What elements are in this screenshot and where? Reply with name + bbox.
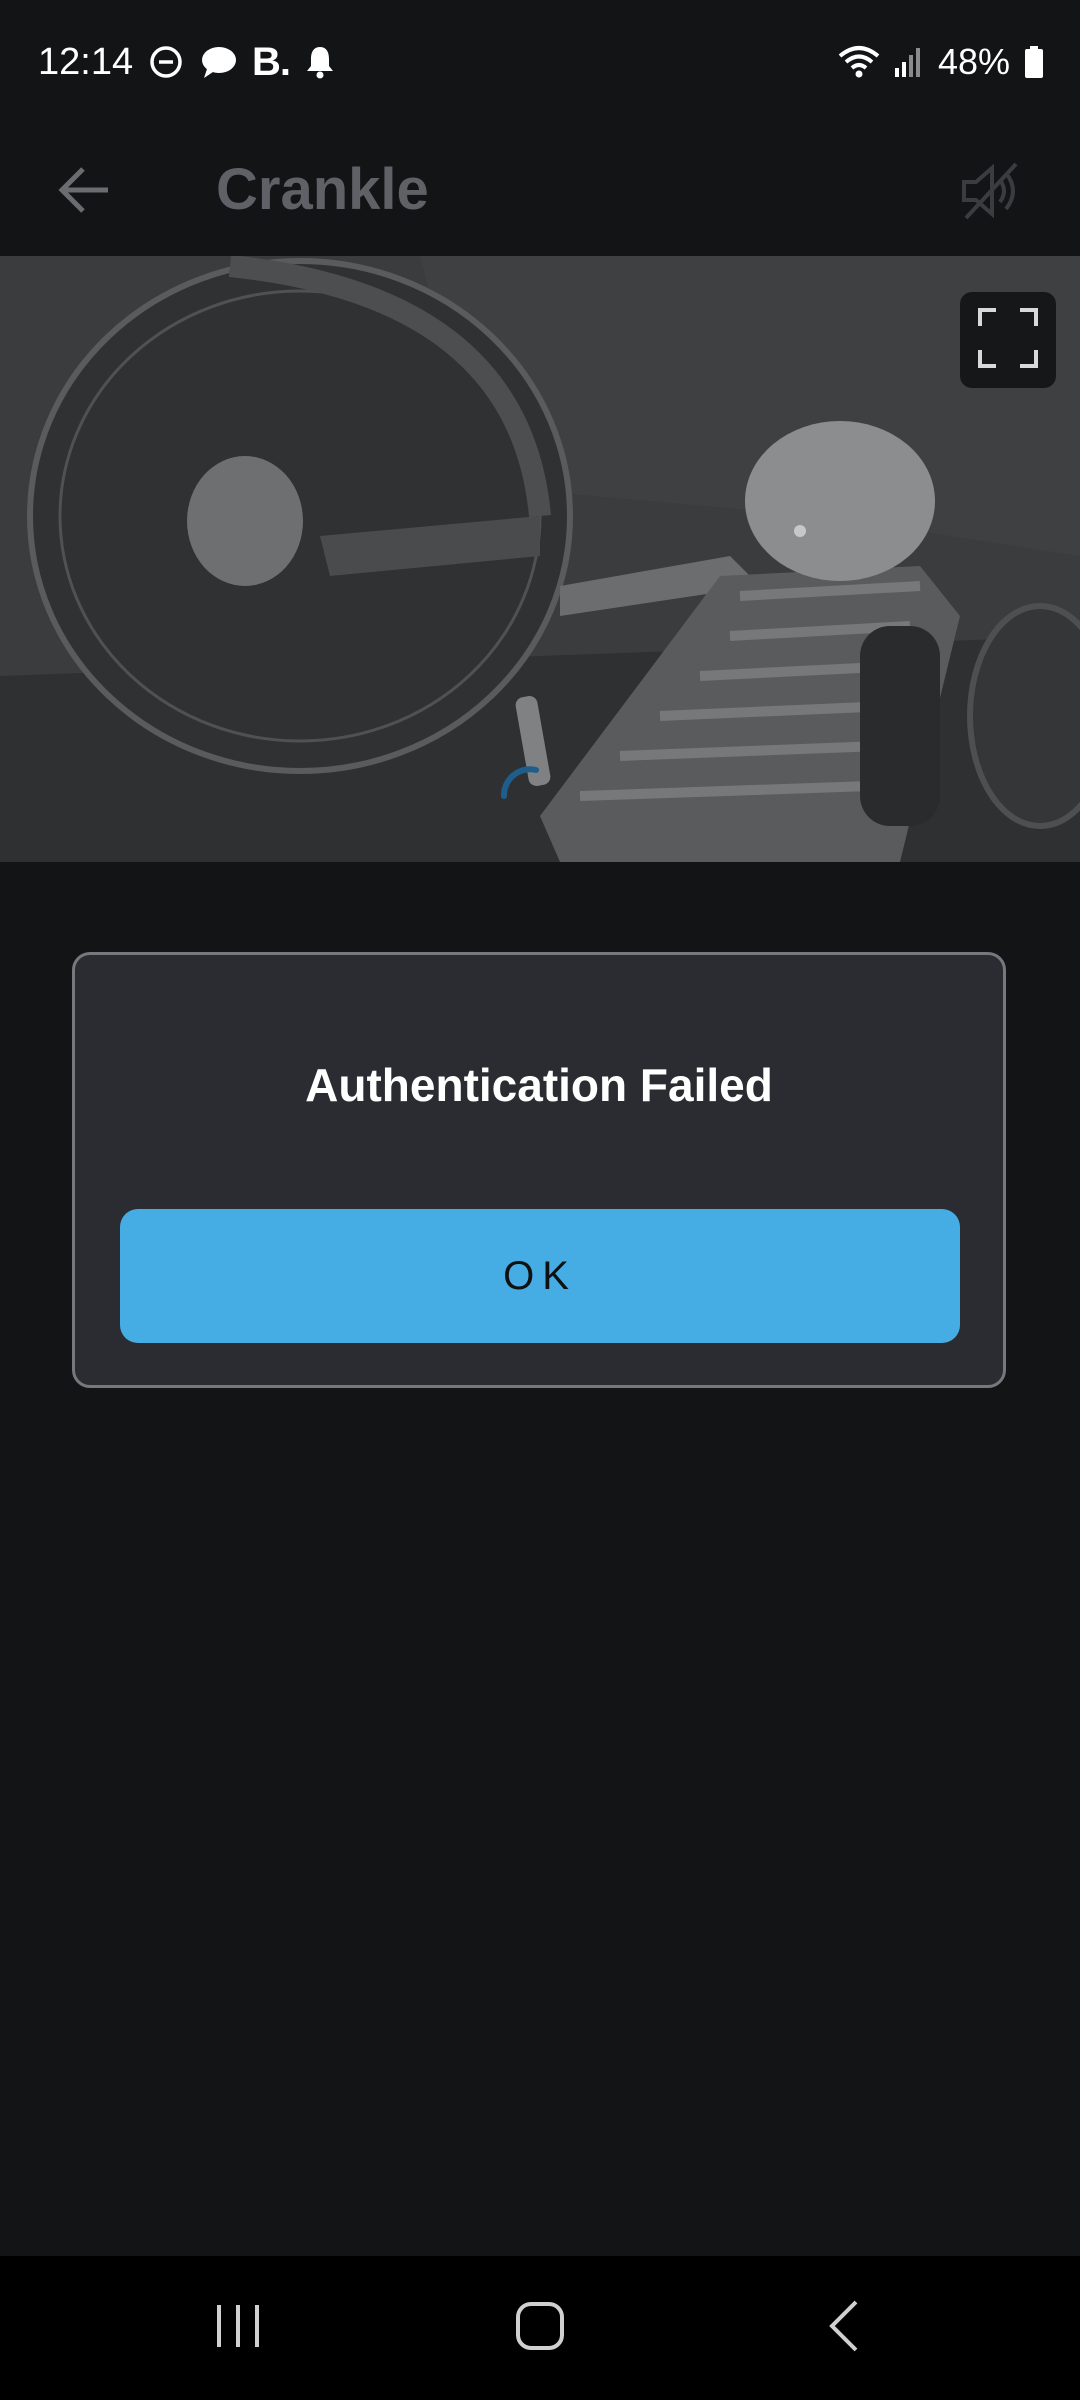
battery-percent: 48% — [937, 41, 1010, 82]
mute-button[interactable] — [946, 148, 1036, 238]
battery-icon — [1024, 45, 1044, 79]
auth-failed-dialog: Authentication Failed OK — [72, 952, 1006, 1388]
fullscreen-icon — [976, 306, 1040, 375]
b-app-icon: B. — [252, 40, 291, 84]
system-nav-bar — [0, 2256, 1080, 2400]
dialog-title: Authentication Failed — [305, 1059, 773, 1111]
ok-button[interactable]: OK — [120, 1209, 960, 1343]
wifi-icon — [838, 45, 880, 79]
page-title: Crankle — [216, 157, 429, 222]
app-bar: Crankle — [0, 124, 1080, 256]
recent-apps-button[interactable] — [188, 2278, 288, 2378]
arrow-back-icon — [56, 165, 112, 220]
nav-back-icon — [824, 2298, 864, 2359]
app-screen: 12:14 B. 48% Crankle Authentication Fail… — [0, 0, 1080, 2400]
status-time: 12:14 — [38, 41, 134, 83]
speaker-muted-icon — [958, 160, 1024, 227]
do-not-disturb-icon — [148, 44, 184, 80]
chat-bubble-icon — [198, 44, 238, 80]
home-icon — [514, 2300, 566, 2357]
cellular-signal-icon — [894, 46, 924, 78]
recent-apps-icon — [213, 2301, 263, 2356]
back-button[interactable] — [44, 152, 124, 232]
notification-bell-icon — [304, 44, 336, 80]
nav-back-button[interactable] — [794, 2278, 894, 2378]
home-button[interactable] — [490, 2278, 590, 2378]
loading-spinner-icon — [496, 762, 560, 831]
status-icons-right: 48% — [838, 38, 1044, 86]
status-bar: 12:14 B. 48% — [0, 0, 1080, 124]
status-icons-left: B. — [148, 40, 336, 84]
camera-video-feed[interactable] — [0, 256, 1080, 862]
fullscreen-button[interactable] — [960, 292, 1056, 388]
